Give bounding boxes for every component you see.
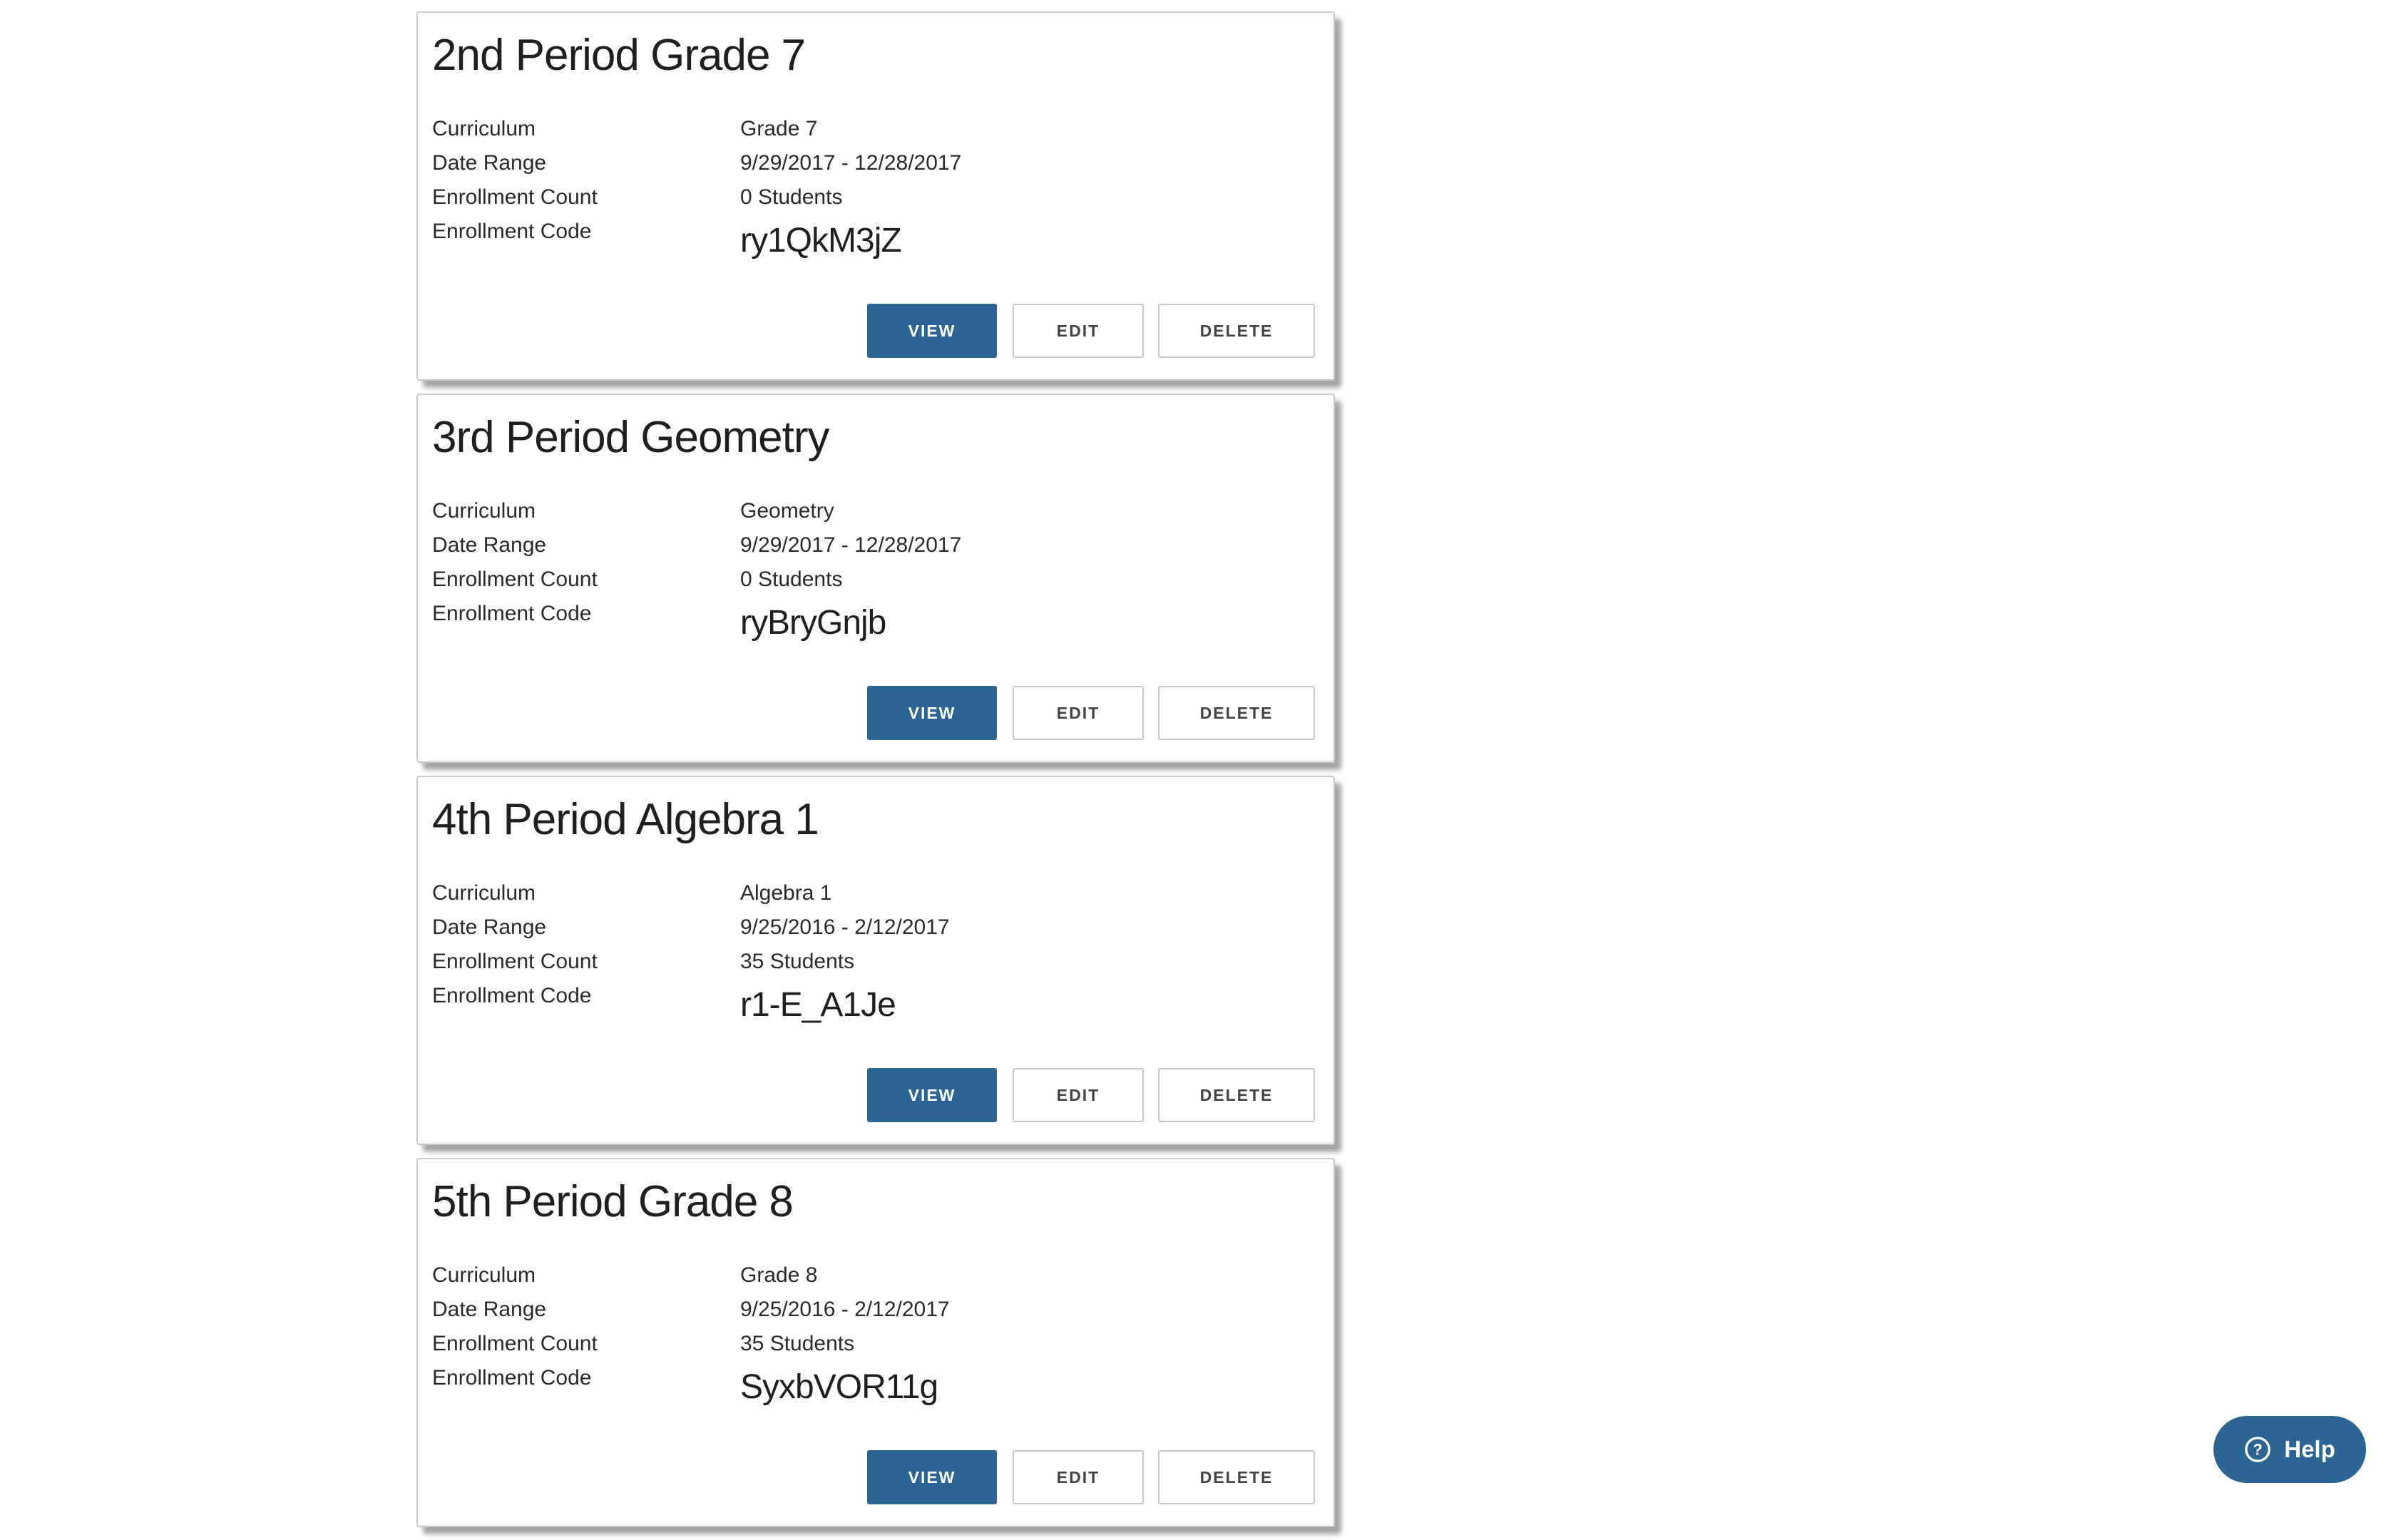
date-range-value: 9/29/2017 - 12/28/2017	[740, 151, 962, 175]
edit-button[interactable]: EDIT	[1013, 304, 1144, 358]
delete-button[interactable]: DELETE	[1158, 304, 1315, 358]
curriculum-label: Curriculum	[432, 117, 536, 140]
curriculum-label: Curriculum	[432, 881, 536, 905]
class-card: 2nd Period Grade 7 Curriculum Grade 7 Da…	[416, 11, 1335, 381]
enrollment-code-value: ryBryGnjb	[740, 604, 886, 642]
enrollment-count-value: 0 Students	[740, 185, 843, 209]
class-card: 4th Period Algebra 1 Curriculum Algebra …	[416, 776, 1335, 1145]
class-title: 3rd Period Geometry	[432, 413, 829, 462]
class-card: 3rd Period Geometry Curriculum Geometry …	[416, 394, 1335, 763]
enrollment-code-label: Enrollment Code	[432, 984, 592, 1007]
edit-button[interactable]: EDIT	[1013, 1450, 1144, 1504]
date-range-label: Date Range	[432, 915, 547, 939]
curriculum-value: Grade 7	[740, 117, 818, 140]
class-title: 4th Period Algebra 1	[432, 795, 819, 844]
enrollment-code-value: SyxbVOR11g	[740, 1368, 938, 1406]
date-range-value: 9/25/2016 - 2/12/2017	[740, 1298, 950, 1321]
enrollment-count-value: 35 Students	[740, 1332, 855, 1355]
class-list: 2nd Period Grade 7 Curriculum Grade 7 Da…	[416, 11, 1335, 1540]
help-label: Help	[2284, 1436, 2335, 1462]
class-card: 5th Period Grade 8 Curriculum Grade 8 Da…	[416, 1158, 1335, 1527]
enrollment-code-label: Enrollment Code	[432, 1366, 592, 1390]
enrollment-code-label: Enrollment Code	[432, 220, 592, 243]
class-title: 5th Period Grade 8	[432, 1177, 794, 1226]
enrollment-count-value: 35 Students	[740, 950, 855, 973]
delete-button[interactable]: DELETE	[1158, 686, 1315, 740]
class-title: 2nd Period Grade 7	[432, 31, 806, 80]
view-button[interactable]: VIEW	[867, 1450, 997, 1504]
date-range-label: Date Range	[432, 1298, 547, 1321]
view-button[interactable]: VIEW	[867, 304, 997, 358]
delete-button[interactable]: DELETE	[1158, 1450, 1315, 1504]
enrollment-count-label: Enrollment Count	[432, 568, 598, 591]
curriculum-value: Grade 8	[740, 1263, 818, 1287]
curriculum-value: Geometry	[740, 499, 834, 523]
enrollment-count-label: Enrollment Count	[432, 1332, 598, 1355]
curriculum-label: Curriculum	[432, 1263, 536, 1287]
edit-button[interactable]: EDIT	[1013, 1068, 1144, 1122]
date-range-value: 9/29/2017 - 12/28/2017	[740, 533, 962, 557]
view-button[interactable]: VIEW	[867, 1068, 997, 1122]
enrollment-count-label: Enrollment Count	[432, 950, 598, 973]
date-range-label: Date Range	[432, 151, 547, 175]
enrollment-code-value: r1-E_A1Je	[740, 986, 896, 1024]
curriculum-value: Algebra 1	[740, 881, 832, 905]
date-range-label: Date Range	[432, 533, 547, 557]
svg-text:?: ?	[2253, 1441, 2263, 1459]
date-range-value: 9/25/2016 - 2/12/2017	[740, 915, 950, 939]
enrollment-count-value: 0 Students	[740, 568, 843, 591]
enrollment-code-label: Enrollment Code	[432, 602, 592, 625]
question-circle-icon: ?	[2244, 1436, 2271, 1463]
edit-button[interactable]: EDIT	[1013, 686, 1144, 740]
delete-button[interactable]: DELETE	[1158, 1068, 1315, 1122]
enrollment-code-value: ry1QkM3jZ	[740, 222, 902, 260]
view-button[interactable]: VIEW	[867, 686, 997, 740]
curriculum-label: Curriculum	[432, 499, 536, 523]
enrollment-count-label: Enrollment Count	[432, 185, 598, 209]
help-button[interactable]: ? Help	[2213, 1416, 2366, 1483]
